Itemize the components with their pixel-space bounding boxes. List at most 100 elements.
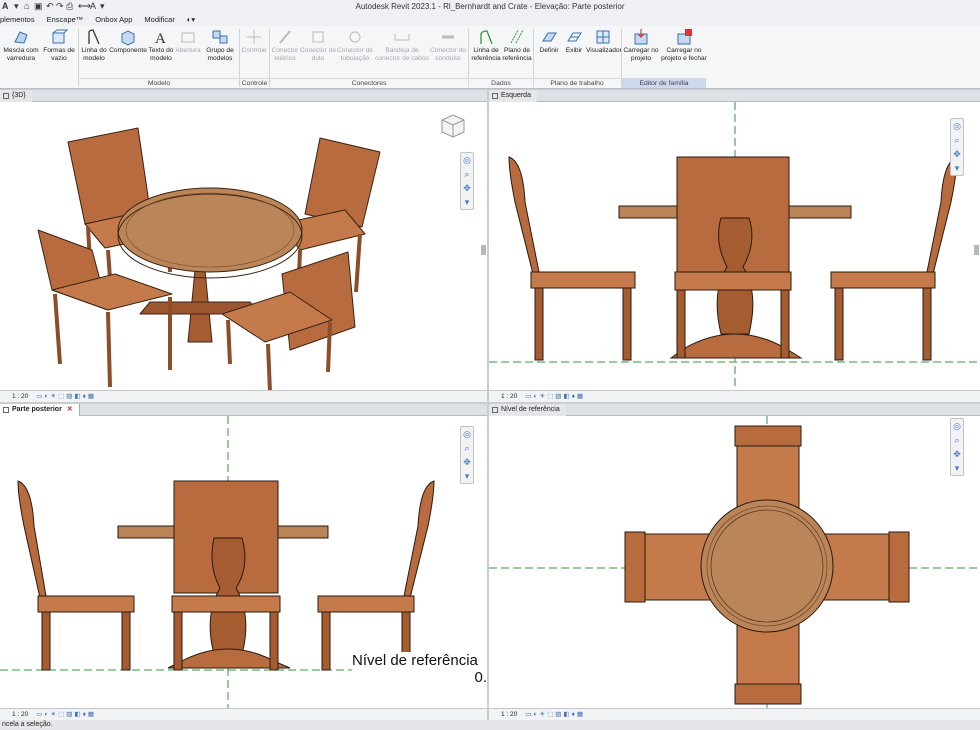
conduit-icon	[442, 35, 454, 39]
view-control-bar: 1 : 20 ▭◐☀⬚▨◧♦▦	[489, 390, 980, 402]
canvas-nivel-referencia[interactable]	[489, 416, 980, 708]
zoom-icon[interactable]: ⌕	[461, 441, 473, 455]
zoom-icon[interactable]: ⌕	[461, 167, 473, 181]
bandeja-conector-button[interactable]: Bandeja de conector de cabos	[374, 26, 430, 78]
set-workplane-icon	[542, 32, 557, 42]
navigation-bar[interactable]: ◎ ⌕ ✥ ▾	[460, 426, 474, 484]
tab-nivel-referencia[interactable]: Nível de referência	[489, 404, 566, 416]
navigation-bar[interactable]: ◎ ⌕ ✥ ▾	[950, 118, 964, 176]
chair-front-right	[221, 251, 356, 390]
window-title: Autodesk Revit 2023.1 - Rl_Bernhardt and…	[355, 2, 625, 11]
view-control-bar: 1 : 20 ▭◐☀⬚▨◧♦▦	[0, 390, 487, 402]
plano-referencia-button[interactable]: Plano de referência	[502, 26, 532, 78]
nav-dropdown-icon[interactable]: ▾	[461, 469, 473, 483]
linha-referencia-button[interactable]: Linha de referência	[470, 26, 502, 78]
carregar-fechar-button[interactable]: Carregar no projeto e fechar	[660, 26, 708, 78]
steering-wheel-icon[interactable]: ◎	[461, 427, 473, 441]
view-nivel-referencia[interactable]: Nível de referência ◎ ⌕ ✥ ▾ 1 : 20 ▭◐☀⬚▨◧…	[489, 404, 980, 720]
scrollbar[interactable]	[974, 245, 979, 255]
chair-left-rear-elevation	[17, 480, 135, 671]
conector-eletrico-button[interactable]: Conector elétrico	[270, 26, 300, 78]
control-icon	[247, 30, 261, 44]
group-label-controle: Controle	[240, 78, 269, 87]
nav-dropdown-icon[interactable]: ▾	[461, 195, 473, 209]
elevation-icon	[492, 93, 498, 99]
navigation-bar[interactable]: ◎ ⌕ ✥ ▾	[460, 152, 474, 210]
tab-parte-posterior[interactable]: Parte posterior ✕	[0, 404, 80, 416]
texto-modelo-button[interactable]: A Texto do modelo	[148, 26, 174, 78]
view-parte-posterior[interactable]: Parte posterior ✕ Nível de referência 0.…	[0, 404, 487, 720]
componente-button[interactable]: Componente	[108, 26, 148, 78]
pan-icon[interactable]: ✥	[461, 181, 473, 195]
canvas-3d[interactable]	[0, 102, 487, 390]
scrollbar[interactable]	[481, 245, 486, 255]
formas-vazio-button[interactable]: Formas de vazio	[42, 26, 76, 78]
tab-3d[interactable]: {3D}	[0, 90, 32, 102]
menu-item-enscape[interactable]: Enscape™	[47, 14, 84, 26]
blend-sweep-icon	[14, 31, 28, 44]
menu-item-onbox[interactable]: Onbox App	[95, 14, 132, 26]
steering-wheel-icon[interactable]: ◎	[461, 153, 473, 167]
canvas-esquerda[interactable]	[489, 102, 980, 390]
steering-wheel-icon[interactable]: ◎	[951, 119, 963, 133]
pipe-connector-icon	[349, 31, 361, 43]
navigation-bar[interactable]: ◎ ⌕ ✥ ▾	[950, 418, 964, 476]
mescla-button[interactable]: Mescla com varredura	[2, 26, 40, 78]
nav-dropdown-icon[interactable]: ▾	[951, 461, 963, 475]
menu-item-modificar[interactable]: Modificar	[144, 14, 174, 26]
electrical-connector-icon	[279, 30, 291, 44]
view-control-icons[interactable]: ▭◐☀⬚▨◧♦▦	[525, 391, 585, 402]
carregar-projeto-button[interactable]: Carregar no projeto	[622, 26, 660, 78]
pan-icon[interactable]: ✥	[951, 447, 963, 461]
view-scale[interactable]: 1 : 20	[501, 393, 517, 400]
view-cube[interactable]	[438, 112, 468, 140]
view-3d[interactable]: {3D} ◎ ⌕ ✥ ▾ 1: 20 ▭◐☀⬚▨◧♦▦	[0, 90, 487, 402]
view-control-bar: 1 : 20 ▭◐☀⬚▨◧♦▦	[0, 708, 487, 720]
view-esquerda[interactable]: Esquerda ◎ ⌕ ✥ ▾ 1: 20 ▭◐☀⬚▨◧♦▦	[489, 90, 980, 402]
pan-icon[interactable]: ✥	[951, 147, 963, 161]
linha-modelo-button[interactable]: Linha do modelo	[80, 26, 108, 78]
view-3d-icon	[3, 93, 9, 99]
status-bar: ncela a seleção.	[0, 720, 980, 730]
steering-wheel-icon[interactable]: ◎	[951, 419, 963, 433]
view-control-icons[interactable]: ▭◐☀⬚▨◧♦▦	[525, 709, 585, 720]
view-control-icons[interactable]: ▭◐☀⬚▨◧♦▦	[36, 709, 96, 720]
menu-toggle-icon[interactable]: ◐▾	[187, 14, 195, 26]
model-line-icon	[88, 29, 100, 45]
conector-duto-button[interactable]: Conector de duto	[300, 26, 336, 78]
view-scale[interactable]: 1 : 20	[12, 711, 28, 718]
duct-connector-icon	[312, 31, 324, 43]
menu-bar: plementos Enscape™ Onbox App Modificar ◐…	[0, 14, 980, 26]
viewer-icon	[596, 30, 610, 44]
load-into-project-icon	[634, 29, 648, 45]
group-label-conectores: Conectores	[270, 78, 468, 88]
reference-plane-icon	[510, 29, 524, 44]
group-label-modelo: Modelo	[80, 78, 238, 88]
show-workplane-icon	[567, 32, 582, 42]
zoom-icon[interactable]: ⌕	[951, 433, 963, 447]
view-control-icons[interactable]: ▭◐☀⬚▨◧♦▦	[36, 391, 96, 402]
close-icon[interactable]: ✕	[67, 406, 73, 413]
table-side-elevation	[618, 156, 852, 359]
nav-dropdown-icon[interactable]: ▾	[951, 161, 963, 175]
group-label-dados: Dados	[470, 78, 532, 88]
controle-button[interactable]: Controle	[240, 26, 268, 78]
exibir-button[interactable]: Exibir	[562, 26, 586, 78]
ribbon: Mescla com varredura Formas de vazio Lin…	[0, 26, 980, 89]
tab-esquerda[interactable]: Esquerda	[489, 90, 537, 102]
conector-tubulacao-button[interactable]: Conector de tubulação	[336, 26, 374, 78]
view-tab-bar: Nível de referência	[489, 404, 980, 416]
component-icon	[121, 30, 135, 46]
zoom-icon[interactable]: ⌕	[951, 133, 963, 147]
visualizador-button[interactable]: Visualizador	[586, 26, 622, 78]
definir-button[interactable]: Definir	[536, 26, 562, 78]
menu-item-suplementos[interactable]: plementos	[0, 14, 35, 26]
plan-icon	[492, 407, 498, 413]
abertura-button[interactable]: Abertura	[174, 26, 202, 78]
pan-icon[interactable]: ✥	[461, 455, 473, 469]
conector-conduite-button[interactable]: Conector do conduíte	[430, 26, 466, 78]
level-label[interactable]: Nível de referência 0.	[352, 652, 487, 696]
view-scale[interactable]: 1 : 20	[501, 711, 517, 718]
grupo-modelos-button[interactable]: Grupo de modelos	[203, 26, 237, 78]
view-scale[interactable]: 1 : 20	[12, 393, 28, 400]
